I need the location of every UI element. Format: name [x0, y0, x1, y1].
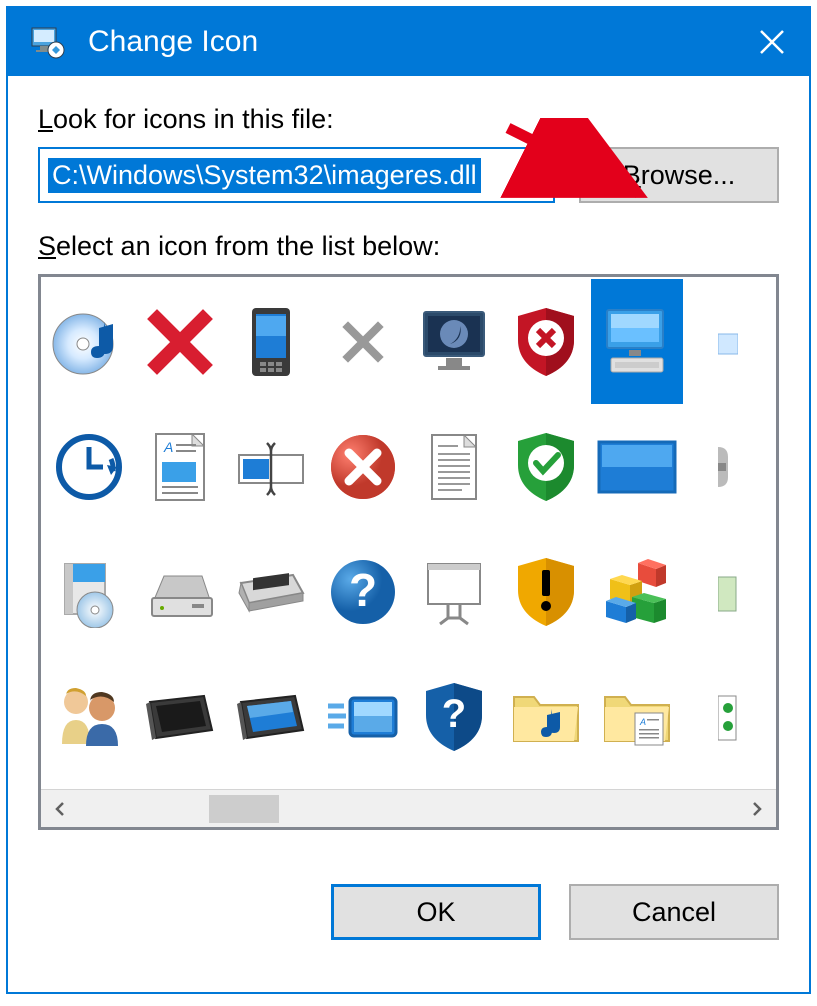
select-mnemonic: S	[38, 231, 56, 261]
folder-music-icon[interactable]	[500, 654, 591, 779]
tablet-dark-icon[interactable]	[134, 654, 225, 779]
monitor-moon-icon[interactable]	[409, 279, 500, 404]
scroll-left-arrow[interactable]	[41, 791, 79, 827]
svg-text:?: ?	[349, 564, 377, 616]
path-row: C:\Windows\System32\imageres.dll Browse.…	[38, 147, 779, 203]
clock-arrow-icon[interactable]	[43, 404, 134, 529]
look-for-mnemonic: L	[38, 104, 53, 134]
partial-b-icon[interactable]	[683, 529, 774, 654]
browse-mnemonic: B	[623, 160, 641, 190]
blue-question-icon[interactable]: ?	[317, 529, 408, 654]
blocks-3d-icon[interactable]	[591, 529, 682, 654]
svg-text:A: A	[639, 717, 646, 727]
scroll-right-arrow[interactable]	[738, 791, 776, 827]
document-lines-icon[interactable]	[409, 404, 500, 529]
gear-partial-icon[interactable]	[683, 404, 774, 529]
green-io-icon[interactable]	[683, 654, 774, 779]
dialog-content: Look for icons in this file: C:\Windows\…	[8, 76, 809, 850]
folder-doc-icon[interactable]: A	[591, 654, 682, 779]
browse-rest: rowse...	[641, 160, 736, 190]
red-circle-x-icon[interactable]	[317, 404, 408, 529]
select-rest: elect an icon from the list below:	[56, 231, 440, 261]
change-icon-dialog: Change Icon Look for icons in this file:…	[6, 6, 811, 994]
computer-icon[interactable]	[591, 279, 682, 404]
red-x-icon[interactable]	[134, 279, 225, 404]
scanner-icon[interactable]	[226, 529, 317, 654]
partial-a-icon[interactable]	[683, 279, 774, 404]
widescreen-icon[interactable]	[591, 404, 682, 529]
shield-red-x-icon[interactable]	[500, 279, 591, 404]
disc-music-icon[interactable]	[43, 279, 134, 404]
scroll-thumb[interactable]	[209, 795, 279, 823]
scroll-track[interactable]	[79, 791, 738, 827]
text-cursor-icon[interactable]	[226, 404, 317, 529]
dialog-footer: OK Cancel	[8, 850, 809, 974]
svg-text:?: ?	[442, 692, 466, 736]
browse-button[interactable]: Browse...	[579, 147, 779, 203]
close-icon[interactable]	[757, 27, 787, 57]
removable-drive-icon[interactable]	[134, 529, 225, 654]
tablet-blue-icon[interactable]	[226, 654, 317, 779]
shield-yellow-warn-icon[interactable]	[500, 529, 591, 654]
software-box-icon[interactable]	[43, 529, 134, 654]
select-list-label: Select an icon from the list below:	[38, 231, 779, 262]
look-for-rest: ook for icons in this file:	[53, 104, 334, 134]
icon-list-panel: A?? A	[38, 274, 779, 830]
path-input[interactable]: C:\Windows\System32\imageres.dll	[48, 158, 481, 193]
phone-icon[interactable]	[226, 279, 317, 404]
cancel-button[interactable]: Cancel	[569, 884, 779, 940]
look-for-label: Look for icons in this file:	[38, 104, 779, 135]
users-icon[interactable]	[43, 654, 134, 779]
grey-x-icon[interactable]	[317, 279, 408, 404]
whiteboard-icon[interactable]	[409, 529, 500, 654]
icon-grid: A?? A	[41, 277, 776, 781]
shield-question-icon[interactable]: ?	[409, 654, 500, 779]
path-input-wrap[interactable]: C:\Windows\System32\imageres.dll	[38, 147, 555, 203]
shield-green-check-icon[interactable]	[500, 404, 591, 529]
app-icon	[30, 24, 66, 60]
titlebar: Change Icon	[8, 8, 809, 76]
titlebar-text: Change Icon	[88, 25, 757, 59]
fast-panel-icon[interactable]	[317, 654, 408, 779]
ok-button[interactable]: OK	[331, 884, 541, 940]
horizontal-scrollbar[interactable]	[41, 789, 776, 827]
svg-text:A: A	[163, 439, 173, 455]
document-preview-icon[interactable]: A	[134, 404, 225, 529]
